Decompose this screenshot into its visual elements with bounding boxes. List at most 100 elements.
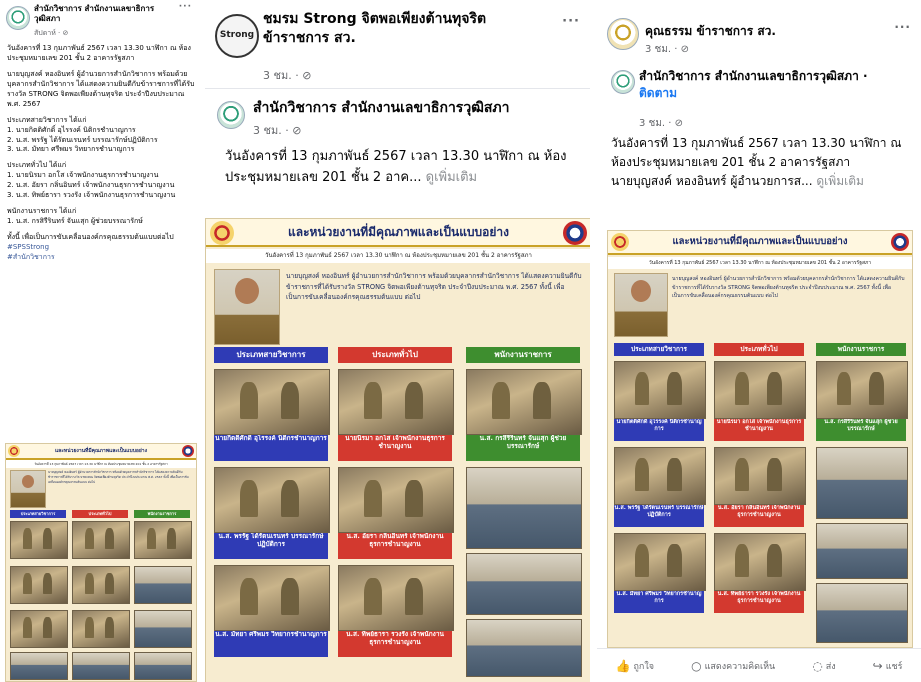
more-options-icon[interactable]: ··· <box>179 2 192 12</box>
post-time[interactable]: 3 ชม. · ⊘ <box>263 66 311 84</box>
group-name[interactable]: ชมรม Strong จิตพอเพียงต้านทุจริต ข้าราชก… <box>263 10 553 48</box>
photo-caption: น.ส. อัยรา กลิ่นอินทร์ เจ้าพนักงานธุรการ… <box>338 533 452 559</box>
post-action-bar: 👍 ถูกใจ ○ แสดงความคิดเห็น ◌ ส่ง ↪ แชร์ <box>597 648 921 682</box>
shared-post: สำนักวิชาการ สำนักงานเลขาธิการวุฒิสภา 3 … <box>205 88 590 221</box>
line: วันอังคารที่ 13 กุมภาพันธ์ 2567 เวลา 13.… <box>7 44 191 62</box>
logo-right <box>891 233 909 251</box>
facebook-post-middle: Strong ชมรม Strong จิตพอเพียงต้านทุจริต … <box>205 0 590 682</box>
portrait-face <box>22 475 34 488</box>
line: 1. น.ส. กรสิรีรินทร์ จันแสุก ผู้ช่วยบรรณ… <box>7 217 143 226</box>
poster-title: และหน่วยงานที่มีคุณภาพและเป็นแบบอย่าง <box>206 219 590 247</box>
line: ประเภทสายวิชาการ ได้แก่ <box>7 115 87 124</box>
meeting-photo <box>816 583 908 643</box>
photo-caption: น.ส. ทิพย์ธารา รวงรัง เจ้าพนักงานธุรการช… <box>338 631 452 657</box>
logo-right <box>563 221 587 245</box>
post-image[interactable]: และหน่วยงานที่มีคุณภาพและเป็นแบบอย่าง วั… <box>5 443 197 682</box>
page-name[interactable]: สำนักวิชาการ สำนักงานเลขาธิการวุฒิสภา <box>34 4 164 24</box>
page-avatar[interactable] <box>217 101 245 129</box>
award-photo <box>614 533 706 591</box>
like-button[interactable]: 👍 ถูกใจ <box>616 659 655 673</box>
comment-label: แสดงความคิดเห็น <box>704 662 776 672</box>
hashtag-link[interactable]: #SPSStrong <box>7 243 49 251</box>
poster-paragraph: นายบุญสงค์ หองอินทร์ ผู้อำนวยการสำนักวิช… <box>672 276 905 300</box>
award-photo <box>10 521 68 559</box>
group-name[interactable]: คุณธรรม ข้าราชการ สว. <box>645 22 776 41</box>
hashtag-link[interactable]: #สำนักวิชาการ <box>7 253 55 261</box>
award-photo <box>614 361 706 419</box>
group-avatar-label: Strong <box>219 30 255 41</box>
see-more-link[interactable]: ดูเพิ่มเติม <box>426 170 477 185</box>
photo-caption: นายกิตติศักดิ์ อุไรรงค์ นิติกรชำนาญการ <box>214 435 328 461</box>
post-time[interactable]: สัปดาห์ · ⊘ <box>34 28 68 39</box>
facebook-post-left: สำนักวิชาการ สำนักงานเลขาธิการวุฒิสภา สั… <box>0 0 200 682</box>
line: 1. นายกิตติศักดิ์ อุไรรงค์ นิติกรชำนาญกา… <box>7 125 136 134</box>
poster-date: วันอังคารที่ 13 กุมภาพันธ์ 2567 เวลา 13.… <box>6 460 196 468</box>
share-label: แชร์ <box>885 662 903 672</box>
line: 2. น.ส. พรรัฐ ได้รัตนเรนทร์ บรรณารักษ์ปฏ… <box>7 135 158 144</box>
more-options-icon[interactable]: ··· <box>894 20 911 34</box>
send-label: ส่ง <box>825 662 836 672</box>
post-text: วันอังคารที่ 13 กุมภาพันธ์ 2567 เวลา 13.… <box>7 44 195 263</box>
line: นายบุญสงค์ หองอินทร์ ผู้อำนวยการสำนักวิช… <box>7 69 195 108</box>
page-avatar[interactable] <box>611 70 635 94</box>
post-text: วันอังคารที่ 13 กุมภาพันธ์ 2567 เวลา 13.… <box>611 134 911 192</box>
meeting-photo <box>466 619 582 677</box>
comment-icon: ○ <box>691 659 702 673</box>
post-time[interactable]: 3 ชม. · ⊘ <box>253 121 301 139</box>
meeting-photo <box>72 652 130 680</box>
category-label: ประเภทสายวิชาการ <box>614 343 704 356</box>
photo-caption: น.ส. พรรัฐ ได้รัตนเรนทร์ บรรณารักษ์ปฏิบั… <box>214 533 328 559</box>
line: 3. น.ส. ทิพย์ธารา รวงรัง เจ้าพนักงานธุรก… <box>7 191 176 200</box>
award-photo <box>214 369 330 435</box>
post-text: วันอังคารที่ 13 กุมภาพันธ์ 2567 เวลา 13.… <box>225 147 575 189</box>
line: ประเภททั่วไป ได้แก่ <box>7 161 67 170</box>
page-name[interactable]: สำนักวิชาการ สำนักงานเลขาธิการวุฒิสภา · <box>639 69 868 83</box>
logo-right <box>182 445 194 457</box>
comment-button[interactable]: ○ แสดงความคิดเห็น <box>691 659 775 673</box>
category-label: ประเภทสายวิชาการ <box>10 510 66 518</box>
meeting-photo <box>816 523 908 579</box>
line: 2. น.ส. อัยรา กลิ่นอินทร์ เจ้าพนักงานธุร… <box>7 181 175 190</box>
meeting-photo <box>466 553 582 615</box>
post-text-line1: วันอังคารที่ 13 กุมภาพันธ์ 2567 เวลา 13.… <box>611 136 902 170</box>
post-image[interactable]: และหน่วยงานที่มีคุณภาพและเป็นแบบอย่าง วั… <box>205 218 590 682</box>
poster-date: วันอังคารที่ 13 กุมภาพันธ์ 2567 เวลา 13.… <box>206 249 590 263</box>
award-photo <box>214 467 330 533</box>
award-photo <box>714 361 806 419</box>
share-button[interactable]: ↪ แชร์ <box>873 659 903 673</box>
post-time[interactable]: 3 ชม. · ⊘ <box>639 116 683 131</box>
photo-caption: น.ส. กรสิรีรินทร์ จันแสุก ผู้ช่วยบรรณารั… <box>816 419 906 441</box>
portrait-photo <box>214 269 280 345</box>
category-label: ประเภททั่วไป <box>714 343 804 356</box>
send-button[interactable]: ◌ ส่ง <box>812 659 835 673</box>
logo-left <box>210 221 234 245</box>
photo-caption: น.ส. มัทยา ศรีพมร วิทยากรชำนาญการ <box>214 631 328 657</box>
award-photo <box>466 369 582 435</box>
poster-paragraph: นายบุญสงค์ หองอินทร์ ผู้อำนวยการสำนักวิช… <box>48 470 189 484</box>
more-options-icon[interactable]: ··· <box>562 14 580 29</box>
category-label: พนักงานราชการ <box>466 347 580 363</box>
see-more-link[interactable]: ดูเพิ่มเติม <box>816 174 864 188</box>
post-time[interactable]: 3 ชม. · ⊘ <box>645 42 689 57</box>
portrait-face <box>235 278 259 304</box>
category-label: พนักงานราชการ <box>816 343 906 356</box>
post-image[interactable]: และหน่วยงานที่มีคุณภาพและเป็นแบบอย่าง วั… <box>607 230 913 648</box>
group-avatar[interactable] <box>607 18 639 50</box>
award-photo <box>10 566 68 604</box>
meeting-photo <box>10 652 68 680</box>
award-photo <box>134 521 192 559</box>
portrait-photo <box>10 470 46 508</box>
category-label: ประเภททั่วไป <box>338 347 452 363</box>
award-photo <box>72 610 130 648</box>
follow-button[interactable]: ติดตาม <box>639 86 677 100</box>
poster-date: วันอังคารที่ 13 กุมภาพันธ์ 2567 เวลา 13.… <box>608 257 912 269</box>
page-name[interactable]: สำนักวิชาการ สำนักงานเลขาธิการวุฒิสภา <box>253 97 573 119</box>
group-avatar[interactable]: Strong <box>215 14 259 58</box>
award-photo <box>714 533 806 591</box>
photo-caption: นายนิรมา อกโส เจ้าพนักงานธุรการชำนาญงาน <box>714 419 804 441</box>
page-avatar[interactable] <box>6 6 30 30</box>
poster-paragraph: นายบุญสงค์ หองอินทร์ ผู้อำนวยการสำนักวิช… <box>286 272 582 301</box>
line: พนักงานราชการ ได้แก่ <box>7 207 77 216</box>
photo-caption: น.ส. ทิพย์ธารา รวงรัง เจ้าพนักงานธุรการช… <box>714 591 804 613</box>
award-photo <box>338 565 454 631</box>
